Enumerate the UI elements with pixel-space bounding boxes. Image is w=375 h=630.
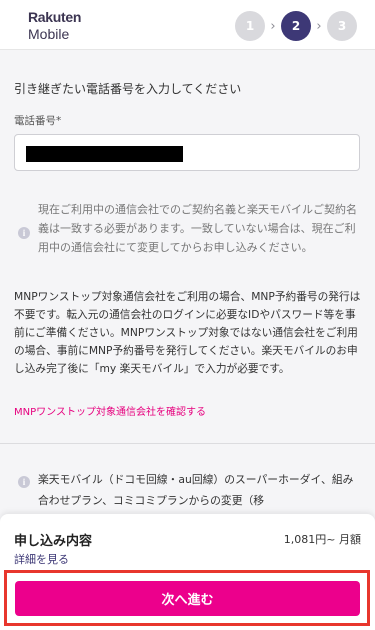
phone-label: 電話番号*: [14, 115, 62, 127]
summary-title: 申し込み内容: [14, 534, 93, 549]
step-2-active: 2: [281, 11, 311, 41]
next-button[interactable]: 次へ進む: [15, 581, 360, 616]
header: Rakuten Mobile 1 › 2 › 3: [0, 0, 375, 50]
plan-change-text: 楽天モバイル（ドコモ回線・au回線）のスーパーホーダイ、組み合わせプラン、コミコ…: [38, 473, 354, 507]
logo-line2: Mobile: [28, 26, 70, 42]
info-icon: i: [18, 476, 30, 488]
page-heading: 引き継ぎたい電話番号を入力してください: [14, 82, 242, 96]
chevron-right-icon: ›: [270, 18, 276, 34]
rakuten-mobile-logo: Rakuten Mobile: [28, 10, 81, 41]
divider: [0, 443, 375, 444]
step-3: 3: [327, 11, 357, 41]
info-icon: i: [18, 227, 30, 239]
redacted-phone-value: [26, 146, 183, 162]
view-details-link[interactable]: 詳細を見る: [14, 551, 69, 567]
logo-line1: Rakuten: [28, 9, 82, 25]
step-indicator: 1 › 2 › 3: [235, 11, 357, 41]
mnp-info-text: MNPワンストップ対象通信会社をご利用の場合、MNP予約番号の発行は不要です。転…: [14, 290, 361, 375]
mnp-carrier-check-link[interactable]: MNPワンストップ対象通信会社を確認する: [14, 403, 206, 418]
phone-number-input[interactable]: [14, 134, 360, 171]
chevron-right-icon: ›: [316, 18, 322, 34]
step-1: 1: [235, 11, 265, 41]
monthly-price: 1,081円~ 月額: [283, 533, 361, 546]
order-summary-bar: 申し込み内容 1,081円~ 月額 詳細を見る 次へ進む: [0, 514, 375, 630]
notice-text: 現在ご利用中の通信会社でのご契約名義と楽天モバイルご契約名義は一致する必要があり…: [38, 203, 357, 254]
name-match-notice: i 現在ご利用中の通信会社でのご契約名義と楽天モバイルご契約名義は一致する必要が…: [14, 194, 360, 274]
